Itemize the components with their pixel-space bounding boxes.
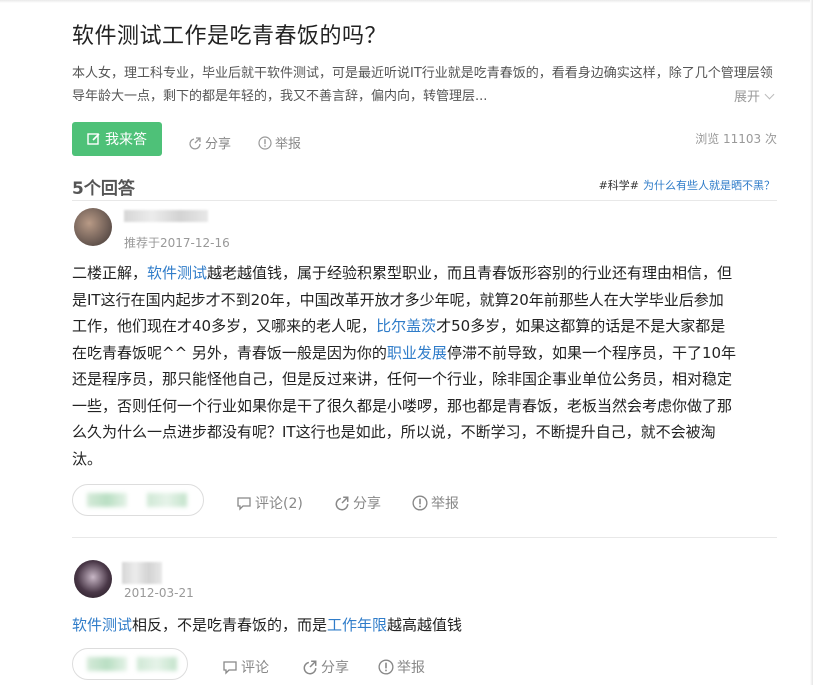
username[interactable] <box>122 562 162 584</box>
report-button[interactable]: 举报 <box>378 657 425 677</box>
username[interactable] <box>124 210 208 222</box>
share-button[interactable]: 分享 <box>188 133 231 152</box>
share-button[interactable]: 分享 <box>334 493 381 513</box>
report-icon <box>412 495 428 511</box>
answer-text: 工作，他们现在才40多岁，又哪来的老人呢， <box>72 317 377 335</box>
keyword-link[interactable]: 软件测试 <box>72 616 132 634</box>
comment-icon <box>237 497 251 511</box>
answer-text: 相反，不是吃青春饭的，而是 <box>132 616 328 634</box>
answer-date: 2012-03-21 <box>124 586 194 600</box>
answer-line: 么久为什么一点进步都没有呢？IT这行也是如此，所以说，不断学习，不断提升自己，就… <box>72 419 782 446</box>
answer-text: 二楼正解， <box>72 264 148 282</box>
keyword-link[interactable]: 工作年限 <box>327 616 387 634</box>
answer-text: 才50多岁，如果这都算的话是不是大家都是 <box>436 317 726 335</box>
answer-line: 二楼正解，软件测试越老越值钱，属于经验积累型职业，而且青春饭形容别的行业还有理由… <box>72 260 782 287</box>
edit-icon <box>87 133 100 145</box>
question-title: 软件测试工作是吃青春饭的吗？ <box>72 24 388 49</box>
answer-date: 推荐于2017-12-16 <box>124 236 230 250</box>
avatar[interactable] <box>74 208 112 246</box>
top-edge <box>0 0 813 3</box>
report-button[interactable]: 举报 <box>258 133 301 152</box>
topic-link[interactable]: 为什么有些人就是晒不黑？ <box>643 179 775 192</box>
share-icon <box>303 660 317 675</box>
answer-line: 在吃青春饭呢^^ 另外，青春饭一般是因为你的职业发展停滞不前导致，如果一个程序员… <box>72 340 782 367</box>
answer-line: 软件测试相反，不是吃青春饭的，而是工作年限越高越值钱 <box>72 612 782 639</box>
chevron-down-icon <box>764 89 775 100</box>
answer-line: 汰。 <box>72 446 782 473</box>
comment-button[interactable]: 评论 <box>222 657 269 677</box>
share-icon <box>189 136 201 149</box>
answer-line: 是IT这行在国内起步才不到20年，中国改革开放才多少年呢，就算20年前那些人在大… <box>72 287 782 314</box>
answer-count: 5个回答 <box>72 179 135 199</box>
answer-text: 汰。 <box>72 449 103 468</box>
report-button[interactable]: 举报 <box>412 493 459 513</box>
topic-promo: #科学# 为什么有些人就是晒不黑？ <box>599 177 775 193</box>
vote-widget[interactable] <box>72 484 204 516</box>
vote-widget[interactable] <box>72 648 188 680</box>
answer-line: 还是程序员，那只能怪他自己，但是反过来讲，任何一个行业，除非国企事业单位公务员，… <box>72 366 782 393</box>
question-description: 本人女，理工科专业，毕业后就干软件测试，可是最近听说IT行业就是吃青春饭的，看看… <box>72 66 773 104</box>
answer-button[interactable]: 我来答 <box>72 122 162 156</box>
answer-text: 么久为什么一点进步都没有呢？IT这行也是如此，所以说，不断学习，不断提升自己，就… <box>72 423 716 441</box>
keyword-link[interactable]: 比尔盖茨 <box>376 317 436 335</box>
divider <box>72 200 777 201</box>
keyword-link[interactable]: 软件测试 <box>147 264 207 282</box>
answer-content: 二楼正解，软件测试越老越值钱，属于经验积累型职业，而且青春饭形容别的行业还有理由… <box>72 260 782 472</box>
comment-icon <box>223 661 237 675</box>
share-icon <box>335 496 349 511</box>
report-icon <box>378 659 394 675</box>
answer-line: 一些，否则任何一个行业如果你是干了很久都是小喽啰，那也都是青春饭，老板当然会考虑… <box>72 393 782 420</box>
answer-text: 还是程序员，那只能怪他自己，但是反过来讲，任何一个行业，除非国企事业单位公务员，… <box>72 370 733 388</box>
keyword-link[interactable]: 职业发展 <box>387 344 447 362</box>
answer-text: 停滞不前导致，如果一个程序员，干了10年 <box>446 343 737 362</box>
answer-line: 工作，他们现在才40多岁，又哪来的老人呢，比尔盖茨才50多岁，如果这都算的话是不… <box>72 313 782 340</box>
comment-button[interactable]: 评论(2) <box>236 493 303 513</box>
answer-text: 在吃青春饭呢^^ 另外，青春饭一般是因为你的 <box>72 343 387 362</box>
answer-text: 越老越值钱，属于经验积累型职业，而且青春饭形容别的行业还有理由相信，但 <box>207 264 733 282</box>
share-button[interactable]: 分享 <box>302 657 349 677</box>
answer-text: 一些，否则任何一个行业如果你是干了很久都是小喽啰，那也都是青春饭，老板当然会考虑… <box>72 396 733 415</box>
view-count: 浏览 11103 次 <box>695 132 777 146</box>
expand-link[interactable]: 展开 <box>734 86 775 105</box>
answer-content: 软件测试相反，不是吃青春饭的，而是工作年限越高越值钱 <box>72 612 782 639</box>
avatar[interactable] <box>74 560 112 598</box>
divider <box>72 537 777 538</box>
answer-text: 越高越值钱 <box>387 616 463 634</box>
report-icon <box>258 135 272 150</box>
answer-text: 是IT这行在国内起步才不到20年，中国改革开放才多少年呢，就算20年前那些人在大… <box>72 290 724 309</box>
topic-tag: #科学# <box>598 179 639 192</box>
